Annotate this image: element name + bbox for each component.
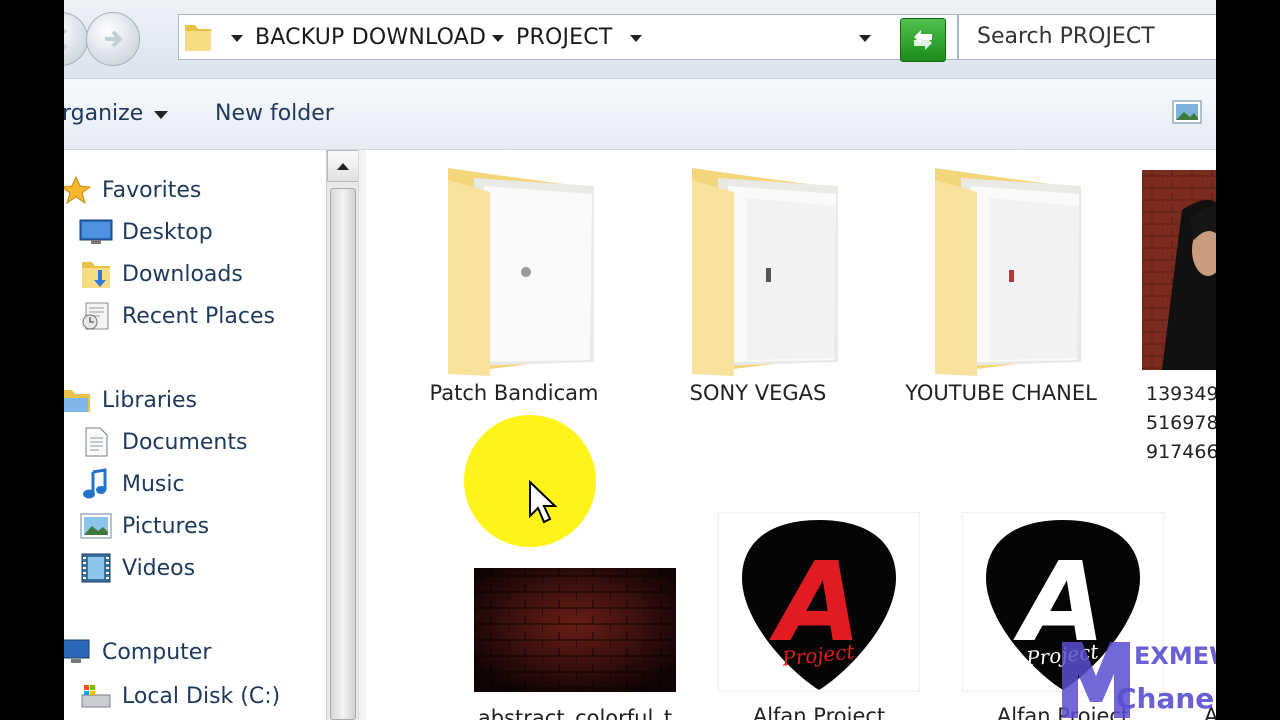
crumb-dropdown-arrow[interactable]: [231, 35, 243, 42]
file-name-line: 917466: [1146, 441, 1216, 463]
local-disk-icon: [78, 679, 114, 713]
file-name: abstract_colorful_t: [477, 706, 673, 720]
nav-videos-label: Videos: [122, 555, 196, 581]
file-item[interactable]: abstract_colorful_t: [474, 568, 676, 720]
change-view-icon[interactable]: [1172, 100, 1202, 124]
command-bar: rganize New folder: [64, 79, 1216, 150]
crumb-dropdown-arrow[interactable]: [492, 35, 504, 42]
scroll-up-button[interactable]: [327, 150, 359, 182]
file-name-multiline: 139349 516978 917466: [1146, 380, 1216, 467]
desktop-icon: [78, 215, 114, 249]
nav-pictures[interactable]: Pictures: [78, 506, 209, 546]
nav-documents-label: Documents: [122, 429, 248, 455]
nav-desktop-label: Desktop: [122, 219, 213, 245]
nav-downloads-label: Downloads: [122, 261, 243, 287]
address-bar[interactable]: BACKUP DOWNLOAD PROJECT: [178, 14, 958, 60]
photo-thumbnail: [1142, 170, 1216, 370]
libraries-icon: [64, 383, 94, 417]
documents-icon: [78, 425, 114, 459]
nav-recent-places-label: Recent Places: [122, 303, 275, 329]
nav-recent-places[interactable]: Recent Places: [78, 296, 275, 336]
photo-thumbnail: [474, 568, 676, 692]
file-name: SONY VEGAS: [689, 381, 827, 405]
nav-local-disk-label: Local Disk (C:): [122, 683, 281, 709]
navigation-pane: Favorites Desktop Downloads Recent Place…: [64, 150, 324, 720]
forward-arrow-icon: [105, 30, 123, 48]
file-name: Patch Bandicam: [429, 381, 599, 405]
computer-icon: [64, 635, 94, 669]
svg-text:EXMEW: EXMEW: [1134, 642, 1216, 670]
nav-documents[interactable]: Documents: [78, 422, 247, 462]
nav-computer[interactable]: Computer: [64, 632, 211, 672]
explorer-window: BACKUP DOWNLOAD PROJECT rganize New fold…: [64, 0, 1216, 720]
address-strip: BACKUP DOWNLOAD PROJECT: [64, 0, 1216, 79]
scroll-up-arrow-icon: [337, 163, 349, 170]
breadcrumb-backup-download[interactable]: BACKUP DOWNLOAD: [255, 25, 486, 50]
organize-dropdown-arrow[interactable]: [154, 111, 168, 119]
logo-thumbnail: A Project: [717, 511, 921, 693]
crumb-dropdown-arrow[interactable]: [630, 35, 642, 42]
address-history-dropdown[interactable]: [859, 35, 871, 42]
back-arrow-icon: [64, 28, 68, 50]
file-name-line: 139349: [1146, 383, 1216, 405]
search-input[interactable]: [975, 23, 1216, 50]
folder-icon: [185, 25, 211, 51]
nav-libraries[interactable]: Libraries: [64, 380, 197, 420]
nav-pictures-label: Pictures: [122, 513, 210, 539]
scroll-thumb[interactable]: [330, 188, 356, 720]
music-icon: [78, 467, 114, 501]
nav-desktop[interactable]: Desktop: [78, 212, 213, 252]
file-item[interactable]: 139349 516978 917466: [1142, 170, 1216, 467]
folder-icon: [935, 168, 1081, 376]
search-box[interactable]: [958, 14, 1216, 60]
nav-music[interactable]: Music: [78, 464, 185, 504]
back-button[interactable]: [64, 12, 88, 66]
forward-button[interactable]: [86, 12, 140, 66]
nav-music-label: Music: [122, 471, 185, 497]
file-name-line: 516978: [1146, 412, 1216, 434]
nav-favorites-label: Favorites: [102, 177, 202, 203]
star-icon: [64, 173, 94, 207]
nav-libraries-label: Libraries: [102, 387, 198, 413]
folder-icon: [692, 168, 838, 376]
downloads-icon: [78, 257, 114, 291]
channel-watermark-logo: EXMEW Chanel: [1062, 642, 1216, 718]
recent-places-icon: [78, 299, 114, 333]
file-name: YOUTUBE CHANEL: [905, 381, 1097, 405]
breadcrumb-project[interactable]: PROJECT: [516, 25, 612, 50]
nav-videos[interactable]: Videos: [78, 548, 195, 588]
pictures-icon: [78, 509, 114, 543]
videos-icon: [78, 551, 114, 585]
file-item[interactable]: SONY VEGAS: [658, 162, 858, 405]
svg-text:Chanel: Chanel: [1116, 682, 1216, 715]
file-name: Alfan Project: [752, 704, 886, 720]
file-item[interactable]: Patch Bandicam: [414, 162, 614, 405]
mouse-cursor-icon: [529, 480, 558, 524]
folder-icon: [448, 168, 594, 376]
nav-downloads[interactable]: Downloads: [78, 254, 243, 294]
new-folder-button[interactable]: New folder: [215, 101, 334, 126]
nav-favorites[interactable]: Favorites: [64, 170, 201, 210]
nav-scrollbar[interactable]: [326, 150, 359, 720]
refresh-icon: [914, 30, 932, 50]
nav-computer-label: Computer: [102, 639, 212, 665]
refresh-button[interactable]: [900, 18, 946, 62]
file-item[interactable]: YOUTUBE CHANEL: [901, 162, 1101, 405]
nav-local-disk[interactable]: Local Disk (C:): [78, 676, 280, 716]
organize-button[interactable]: rganize: [64, 101, 143, 126]
file-item[interactable]: A Project Alfan Project: [717, 511, 921, 720]
